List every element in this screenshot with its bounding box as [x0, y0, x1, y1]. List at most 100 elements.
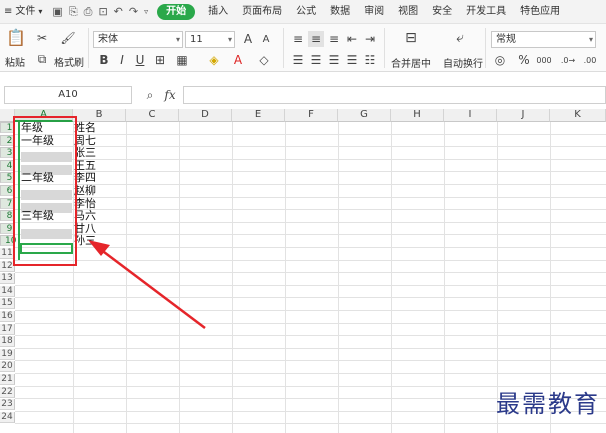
row-header[interactable]: 24 [0, 411, 15, 423]
distributed-icon[interactable]: ☷ [362, 52, 378, 68]
row-header[interactable]: 2 [0, 134, 15, 146]
row-header[interactable]: 18 [0, 336, 15, 348]
align-top-icon[interactable]: ≡ [290, 31, 306, 47]
number-format-select[interactable]: 常规 ▾ [491, 31, 596, 48]
thousands-button[interactable]: 000 [536, 53, 552, 69]
cell-b1[interactable]: 姓名 [74, 122, 96, 133]
tab-insert[interactable]: 插入 [201, 0, 235, 24]
formula-input[interactable] [183, 86, 606, 104]
indent-increase-icon[interactable]: ⇥ [362, 31, 378, 47]
blank-cell-a3[interactable] [21, 152, 72, 162]
active-cell-a10[interactable] [20, 243, 73, 254]
print-preview-icon[interactable]: ⎘ [66, 0, 81, 24]
cell-b2[interactable]: 周七 [74, 135, 96, 146]
row-header[interactable]: 12 [0, 260, 15, 272]
cell-b6[interactable]: 赵柳 [74, 185, 96, 196]
customize-icon[interactable]: ▿ [141, 0, 151, 24]
cell-style-icon[interactable]: ▦ [174, 52, 190, 68]
row-header[interactable]: 1 [0, 122, 15, 133]
row-header[interactable]: 14 [0, 285, 15, 297]
copy-icon[interactable]: ⧉ [34, 51, 50, 67]
cell-b8[interactable]: 马六 [74, 210, 96, 221]
indent-decrease-icon[interactable]: ⇤ [344, 31, 360, 47]
cell-b5[interactable]: 李四 [74, 172, 96, 183]
cell-b9[interactable]: 甘八 [74, 223, 96, 234]
row-header[interactable]: 3 [0, 147, 15, 159]
cell-a8[interactable]: 三年级 [21, 210, 54, 221]
row-header[interactable]: 9 [0, 222, 15, 234]
file-menu[interactable]: ≡ 文件 ▾ [0, 0, 49, 24]
cell-b3[interactable]: 张三 [74, 147, 96, 158]
row-header[interactable]: 15 [0, 298, 15, 310]
fx-icon[interactable]: fx [162, 87, 178, 103]
underline-button[interactable]: U [132, 52, 148, 68]
row-header[interactable]: 8 [0, 210, 15, 222]
cell-a5[interactable]: 二年级 [21, 172, 54, 183]
blank-cell-a9[interactable] [21, 229, 72, 239]
align-right-icon[interactable]: ☰ [326, 52, 342, 68]
column-header-d[interactable]: D [179, 109, 232, 122]
row-header[interactable]: 21 [0, 374, 15, 385]
cell-b10[interactable]: 孙三 [74, 235, 96, 246]
column-header-j[interactable]: J [497, 109, 550, 122]
grow-font-icon[interactable]: A [240, 31, 256, 47]
bold-button[interactable]: B [96, 52, 112, 68]
cell-a2[interactable]: 一年级 [21, 135, 54, 146]
justify-icon[interactable]: ☰ [344, 52, 360, 68]
row-header[interactable]: 16 [0, 311, 15, 322]
align-left-icon[interactable]: ☰ [290, 52, 306, 68]
font-name-select[interactable]: 宋体 ▾ [93, 31, 183, 48]
format-painter-button[interactable]: 格式刷 [54, 54, 84, 69]
percent-button[interactable]: % [516, 52, 532, 68]
column-header-e[interactable]: E [232, 109, 285, 122]
row-header[interactable]: 13 [0, 273, 15, 285]
column-header-c[interactable]: C [126, 109, 179, 122]
save-icon[interactable]: ▣ [49, 0, 65, 24]
borders-icon[interactable]: ⊞ [152, 52, 168, 68]
row-header[interactable]: 23 [0, 399, 15, 411]
italic-button[interactable]: I [114, 52, 130, 68]
align-bottom-icon[interactable]: ≡ [326, 31, 342, 47]
decrease-decimal-icon[interactable]: .00 [582, 53, 598, 69]
cell-b4[interactable]: 王五 [74, 160, 96, 171]
row-header[interactable]: 4 [0, 159, 15, 171]
column-header-i[interactable]: I [444, 109, 497, 122]
row-header[interactable]: 19 [0, 348, 15, 360]
column-header-f[interactable]: F [285, 109, 338, 122]
scissors-icon[interactable]: ✂ [34, 30, 50, 46]
column-header-h[interactable]: H [391, 109, 444, 122]
wrap-text-button[interactable]: 自动换行 [443, 55, 483, 70]
row-header[interactable]: 10 [0, 235, 16, 247]
tab-view[interactable]: 视图 [391, 0, 425, 24]
tab-developer[interactable]: 开发工具 [459, 0, 513, 24]
shrink-font-icon[interactable]: A [258, 32, 274, 48]
row-header[interactable]: 11 [0, 248, 15, 259]
export-icon[interactable]: ⊡ [95, 0, 110, 24]
paste-icon[interactable]: 📋 [6, 30, 26, 46]
row-header[interactable]: 6 [0, 185, 15, 196]
redo-icon[interactable]: ↷ [126, 0, 141, 24]
merge-center-icon[interactable]: ⊟ [403, 30, 419, 46]
tab-special[interactable]: 特色应用 [513, 0, 567, 24]
tab-data[interactable]: 数据 [323, 0, 357, 24]
row-header[interactable]: 5 [0, 172, 15, 184]
row-header[interactable]: 20 [0, 361, 15, 373]
tab-page-layout[interactable]: 页面布局 [235, 0, 289, 24]
zoom-search-icon[interactable]: ⌕ [142, 87, 158, 103]
blank-cell-a6[interactable] [21, 190, 72, 200]
currency-icon[interactable]: ◎ [492, 52, 508, 68]
merge-center-button[interactable]: 合并居中 [391, 55, 431, 70]
tab-review[interactable]: 审阅 [357, 0, 391, 24]
format-painter-icon[interactable]: 🖌 [60, 30, 76, 46]
fill-color-icon[interactable]: ◈ [206, 52, 222, 68]
row-header[interactable]: 17 [0, 323, 15, 335]
tab-formulas[interactable]: 公式 [289, 0, 323, 24]
column-header-g[interactable]: G [338, 109, 391, 122]
font-color-icon[interactable]: A [230, 52, 246, 68]
tab-home[interactable]: 开始 [157, 3, 196, 20]
increase-decimal-icon[interactable]: .0→ [560, 53, 576, 69]
wrap-text-icon[interactable]: ⤶ [452, 30, 468, 46]
corner-select-all[interactable] [0, 109, 15, 122]
row-header[interactable]: 22 [0, 386, 15, 398]
undo-icon[interactable]: ↶ [111, 0, 126, 24]
